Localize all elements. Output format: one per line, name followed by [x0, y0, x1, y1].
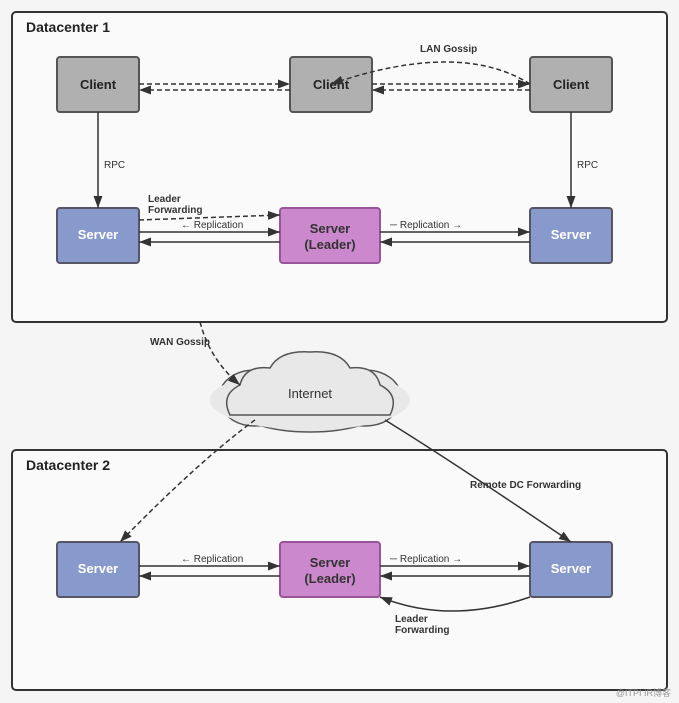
svg-text:Client: Client — [313, 77, 350, 92]
svg-text:← Replication: ← Replication — [181, 554, 243, 565]
arrows-svg: Client Client Client Server Server (Lead… — [0, 0, 679, 703]
svg-text:─ Replication →: ─ Replication → — [389, 220, 462, 231]
svg-text:Server: Server — [310, 221, 350, 236]
svg-text:RPC: RPC — [104, 160, 125, 171]
svg-text:Forwarding: Forwarding — [148, 205, 202, 216]
watermark: @ITPI IR博客 — [616, 686, 671, 699]
svg-text:─ Replication →: ─ Replication → — [389, 554, 462, 565]
svg-text:Remote DC Forwarding: Remote DC Forwarding — [470, 480, 581, 491]
svg-text:WAN Gossip: WAN Gossip — [150, 337, 210, 348]
svg-text:Leader: Leader — [395, 614, 428, 625]
svg-text:LAN Gossip: LAN Gossip — [420, 44, 477, 55]
diagram-container: Client Client Client Server Server (Lead… — [0, 0, 679, 703]
svg-text:Server: Server — [78, 227, 118, 242]
svg-text:Server: Server — [551, 561, 591, 576]
svg-text:RPC: RPC — [577, 160, 598, 171]
svg-text:Client: Client — [80, 77, 117, 92]
svg-text:Forwarding: Forwarding — [395, 625, 449, 636]
svg-text:Client: Client — [553, 77, 590, 92]
svg-text:Server: Server — [310, 555, 350, 570]
svg-text:Server: Server — [551, 227, 591, 242]
svg-text:Datacenter 1: Datacenter 1 — [26, 19, 110, 35]
svg-text:(Leader): (Leader) — [304, 571, 355, 586]
svg-text:(Leader): (Leader) — [304, 237, 355, 252]
svg-text:Leader: Leader — [148, 194, 181, 205]
svg-text:← Replication: ← Replication — [181, 220, 243, 231]
svg-text:Server: Server — [78, 561, 118, 576]
svg-text:Internet: Internet — [288, 386, 332, 401]
svg-text:Datacenter 2: Datacenter 2 — [26, 457, 110, 473]
